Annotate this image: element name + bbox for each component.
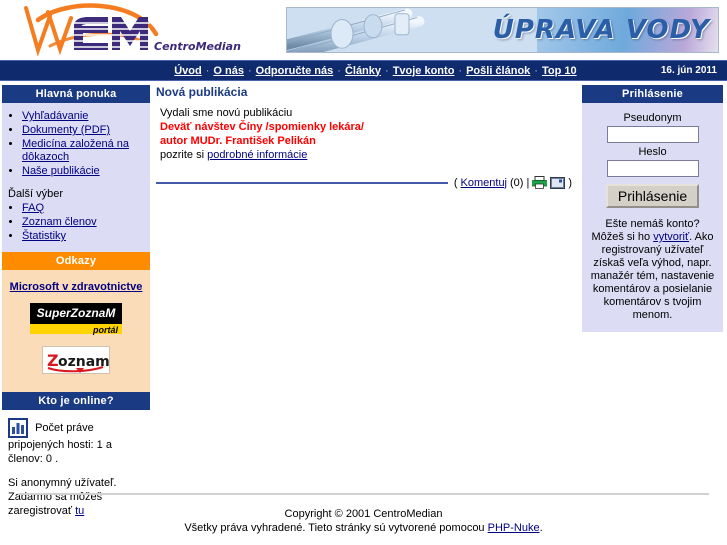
nav-separator: · bbox=[337, 64, 341, 77]
list-item: Vyhľadávanie bbox=[22, 110, 146, 123]
superzoznam-name: SuperZoznaM bbox=[36, 306, 116, 320]
story-footer: ( Komentuj (0) |) bbox=[156, 176, 572, 189]
nav-item-uvod[interactable]: Úvod bbox=[174, 65, 202, 77]
nav-item-clanky[interactable]: Články bbox=[345, 65, 381, 77]
links-title: Odkazy bbox=[2, 252, 150, 270]
sidebar-item-dokumenty[interactable]: Dokumenty (PDF) bbox=[22, 124, 110, 136]
right-sidebar: Prihlásenie Pseudonym Heslo Prihlásenie … bbox=[582, 85, 727, 332]
link-microsoft-v-zdravotnictve[interactable]: Microsoft v zdravotnictve bbox=[6, 281, 146, 293]
list-item: Naše publikácie bbox=[22, 165, 146, 178]
main-menu-title: Hlavná ponuka bbox=[2, 85, 150, 103]
footer-rights-a: Všetky práva vyhradené. Tieto stránky sú… bbox=[184, 522, 488, 534]
sidebar-item-vyhladavanie[interactable]: Vyhľadávanie bbox=[22, 110, 88, 122]
list-item: FAQ bbox=[22, 202, 146, 215]
username-input[interactable] bbox=[606, 126, 699, 143]
bar-chart-icon-graphic bbox=[12, 423, 24, 434]
login-note-part-b: . Ako registrovaný užívateľ získaš veľa … bbox=[590, 231, 715, 321]
site-footer: Copyright © 2001 CentroMedian Všetky prá… bbox=[0, 493, 727, 535]
story-author: autor MUDr. František Pelikán bbox=[160, 135, 316, 147]
mail-icon-graphic bbox=[550, 176, 566, 189]
logo-graphic: CentroMedian bbox=[24, 3, 241, 57]
nav-separator: · bbox=[458, 64, 463, 77]
nav-separator: · bbox=[385, 64, 389, 77]
sidebar-item-zoznam-clenov[interactable]: Zoznam členov bbox=[22, 216, 97, 228]
more-info-link[interactable]: podrobné informácie bbox=[207, 149, 307, 161]
login-submit-button[interactable]: Prihlásenie bbox=[605, 184, 700, 208]
list-item: Štatistiky bbox=[22, 230, 146, 243]
page-title: Nová publikácia bbox=[156, 85, 248, 99]
create-account-link[interactable]: vytvoriť bbox=[653, 231, 689, 243]
nav-item-top-10[interactable]: Top 10 bbox=[542, 65, 577, 77]
superzoznam-tag: portál bbox=[92, 325, 118, 335]
further-menu-list: FAQ Zoznam členov Štatistiky bbox=[6, 202, 146, 243]
nav-separator: · bbox=[205, 64, 210, 77]
meta-pipe: | bbox=[526, 176, 530, 189]
meta-open-paren: ( bbox=[453, 176, 458, 189]
login-help-text: Ešte nemáš konto? Môžeš si ho vytvoriť. … bbox=[588, 218, 717, 322]
footer-copyright: Copyright © 2001 CentroMedian bbox=[284, 508, 443, 520]
page-root: CentroMedian ÚPRAVA VODY Úvod · O nás · … bbox=[0, 0, 727, 545]
site-logo[interactable]: CentroMedian bbox=[8, 2, 280, 58]
nav-item-odporucte-nas[interactable]: Odporučte nás bbox=[256, 65, 334, 77]
current-date: 16. jún 2011 bbox=[660, 65, 717, 76]
superzoznam-logo[interactable]: SuperZoznaM portál bbox=[30, 303, 122, 335]
site-header: CentroMedian ÚPRAVA VODY bbox=[0, 0, 727, 60]
printer-icon-graphic bbox=[531, 176, 549, 189]
links-body: Microsoft v zdravotnictve SuperZoznaM po… bbox=[2, 270, 150, 392]
sidebar-item-statistiky[interactable]: Štatistiky bbox=[22, 230, 66, 242]
svg-text:Z: Z bbox=[47, 351, 59, 370]
list-item: Zoznam členov bbox=[22, 216, 146, 229]
footer-text: Copyright © 2001 CentroMedian Všetky prá… bbox=[0, 507, 727, 535]
bar-chart-icon bbox=[8, 418, 28, 438]
footer-divider bbox=[18, 493, 709, 495]
meta-close-paren: ) bbox=[568, 176, 572, 189]
nav-links: Úvod · O nás · Odporučte nás · Články · Tvoje ko… bbox=[0, 65, 661, 77]
comment-count: (0) bbox=[510, 176, 524, 189]
nav-item-tvoje-konto[interactable]: Tvoje konto bbox=[393, 65, 455, 77]
login-title: Prihlásenie bbox=[582, 85, 723, 103]
story-meta: ( Komentuj (0) |) bbox=[454, 176, 572, 189]
sidebar-item-medicina[interactable]: Medicína založená na dôkazoch bbox=[22, 138, 129, 163]
sidebar-item-publikacie[interactable]: Naše publikácie bbox=[22, 165, 100, 177]
further-choice-heading: Ďalší výber bbox=[8, 188, 64, 200]
block-login: Prihlásenie Pseudonym Heslo Prihlásenie … bbox=[582, 85, 723, 332]
username-label: Pseudonym bbox=[623, 112, 682, 124]
password-input[interactable] bbox=[606, 160, 699, 177]
main-content: Nová publikácia Vydali sme novú publikác… bbox=[150, 85, 582, 189]
list-item: Dokumenty (PDF) bbox=[22, 124, 146, 137]
php-nuke-link[interactable]: PHP-Nuke bbox=[488, 522, 540, 534]
mail-icon[interactable] bbox=[550, 176, 566, 189]
banner-uprava-vody[interactable]: ÚPRAVA VODY bbox=[286, 7, 719, 53]
page-body: Hlavná ponuka Vyhľadávanie Dokumenty (PD… bbox=[0, 81, 727, 526]
block-links: Odkazy Microsoft v zdravotnictve SuperZo… bbox=[2, 252, 150, 392]
nav-separator: · bbox=[247, 64, 252, 77]
main-menu-body: Vyhľadávanie Dokumenty (PDF) Medicína za… bbox=[2, 103, 150, 252]
main-navigation: Úvod · O nás · Odporučte nás · Články · Tvoje ko… bbox=[0, 60, 727, 81]
main-menu-list: Vyhľadávanie Dokumenty (PDF) Medicína za… bbox=[6, 110, 146, 178]
horizontal-rule bbox=[156, 181, 448, 184]
online-title: Kto je online? bbox=[2, 392, 150, 410]
zoznam-logo-graphic: Z oznam bbox=[47, 351, 110, 373]
story-publication-name: Deväť návštev Číny /spomienky lekára/ bbox=[160, 121, 364, 133]
nav-item-o-nas[interactable]: O nás bbox=[213, 65, 244, 77]
left-sidebar: Hlavná ponuka Vyhľadávanie Dokumenty (PD… bbox=[0, 85, 150, 526]
login-form: Pseudonym Heslo Prihlásenie Ešte nemáš k… bbox=[582, 103, 723, 332]
story-body: Vydali sme novú publikáciu Deväť návštev… bbox=[156, 106, 572, 162]
story-more-prefix: pozrite si bbox=[160, 149, 208, 161]
story-intro: Vydali sme novú publikáciu bbox=[160, 107, 293, 119]
zoznam-logo[interactable]: Z oznam bbox=[42, 346, 110, 374]
list-item: Medicína založená na dôkazoch bbox=[22, 138, 146, 164]
printer-icon[interactable] bbox=[531, 176, 549, 189]
logo-wordmark: CentroMedian bbox=[154, 40, 241, 53]
footer-rights: Všetky práva vyhradené. Tieto stránky sú… bbox=[0, 521, 727, 535]
nav-item-posli-clanok[interactable]: Pošli článok bbox=[466, 65, 530, 77]
sidebar-item-faq[interactable]: FAQ bbox=[22, 202, 44, 214]
story-more-line: pozrite si podrobné informácie bbox=[160, 148, 572, 162]
password-label: Heslo bbox=[638, 146, 667, 158]
comment-link[interactable]: Komentuj bbox=[461, 177, 507, 189]
nav-separator: · bbox=[534, 64, 538, 77]
block-main-menu: Hlavná ponuka Vyhľadávanie Dokumenty (PD… bbox=[2, 85, 150, 252]
footer-rights-b: . bbox=[539, 522, 543, 534]
banner-title: ÚPRAVA VODY bbox=[492, 15, 710, 45]
